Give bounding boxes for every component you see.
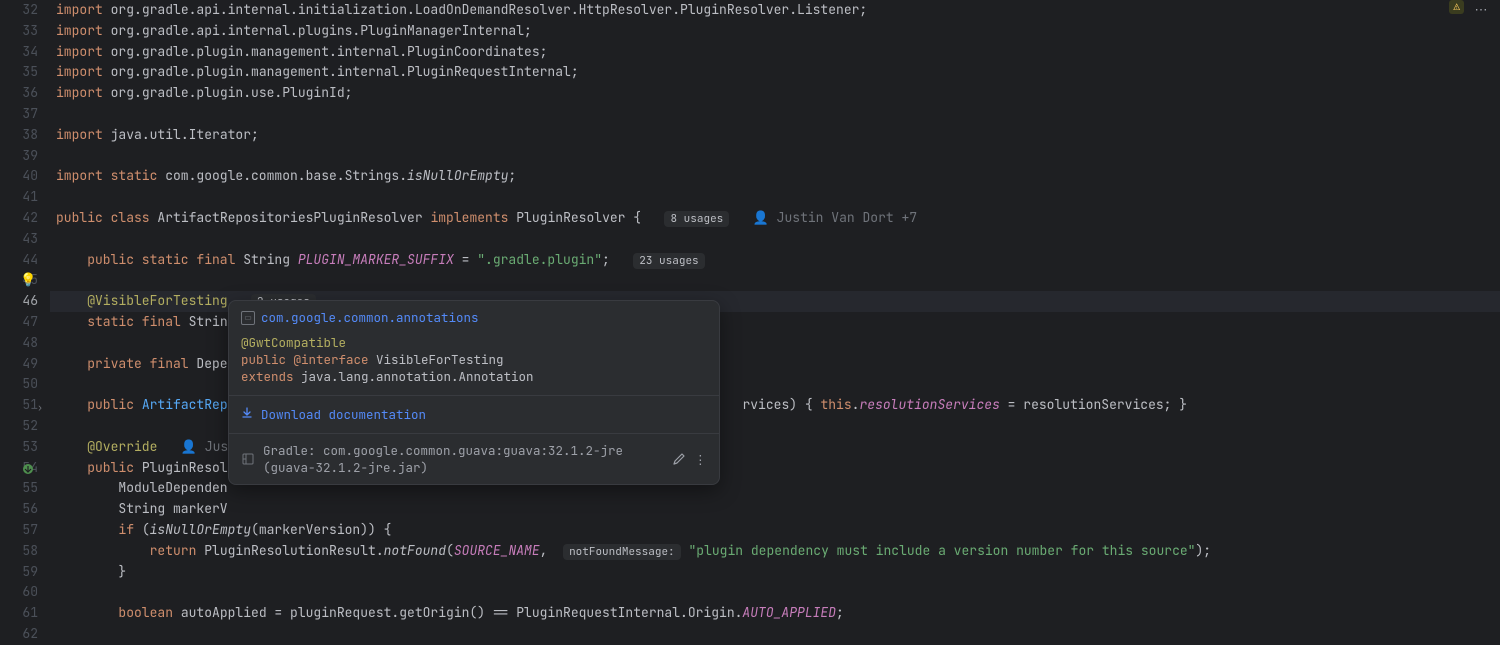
intention-bulb-icon[interactable]: 💡 <box>20 270 34 284</box>
popup-extends-keyword: extends <box>241 368 294 385</box>
gutter-override-icon[interactable] <box>22 461 34 473</box>
line-number: 35 <box>0 62 38 83</box>
code-line[interactable] <box>50 104 1500 125</box>
line-number: 34 <box>0 42 38 63</box>
code-line[interactable]: public class ArtifactRepositoriesPluginR… <box>50 208 1500 229</box>
line-number: 58 <box>0 541 38 562</box>
popup-download-row[interactable]: Download documentation <box>229 395 719 433</box>
code-line[interactable] <box>50 146 1500 167</box>
code-editor: 3233343536373839404142434445464748495051… <box>0 0 1500 600</box>
popup-type-name: VisibleForTesting <box>376 351 504 368</box>
code-line[interactable]: import org.gradle.plugin.management.inte… <box>50 62 1500 83</box>
popup-modifiers: public @interface <box>241 351 369 368</box>
line-number: 50 <box>0 374 38 395</box>
line-number: 32 <box>0 0 38 21</box>
code-line[interactable]: import java.util.Iterator; <box>50 125 1500 146</box>
line-number: 47 <box>0 312 38 333</box>
code-line[interactable]: 💡 <box>50 270 1500 291</box>
line-number: 49 <box>0 354 38 375</box>
line-number: 48 <box>0 333 38 354</box>
line-number: 33 <box>0 21 38 42</box>
line-number: 37 <box>0 104 38 125</box>
line-number: 62 <box>0 624 38 645</box>
library-icon <box>241 452 255 466</box>
line-number: 52 <box>0 416 38 437</box>
code-line[interactable]: return PluginResolutionResult.notFound(S… <box>50 541 1500 562</box>
download-label: Download documentation <box>261 406 426 423</box>
popup-package-link[interactable]: com.google.common.annotations <box>261 309 479 326</box>
edit-icon[interactable] <box>672 450 686 468</box>
code-line[interactable]: import org.gradle.plugin.management.inte… <box>50 42 1500 63</box>
code-line[interactable]: String markerV <box>50 499 1500 520</box>
code-line[interactable]: import static com.google.common.base.Str… <box>50 166 1500 187</box>
code-line[interactable]: boolean autoApplied = pluginRequest.getO… <box>50 603 1500 624</box>
code-line[interactable]: import org.gradle.api.internal.plugins.P… <box>50 21 1500 42</box>
package-icon: ▭ <box>241 311 255 325</box>
kebab-icon[interactable]: ⋮ <box>694 450 707 468</box>
code-line[interactable]: public static final String PLUGIN_MARKER… <box>50 250 1500 271</box>
code-line[interactable] <box>50 624 1500 645</box>
line-number: 56 <box>0 499 38 520</box>
code-line[interactable]: if (isNullOrEmpty(markerVersion)) { <box>50 520 1500 541</box>
popup-source-label: Gradle: com.google.common.guava:guava:32… <box>263 442 656 476</box>
line-number: 51 <box>0 395 38 416</box>
quick-doc-popup: ▭ com.google.common.annotations @GwtComp… <box>228 300 720 485</box>
line-number-gutter: 3233343536373839404142434445464748495051… <box>0 0 50 600</box>
popup-footer: Gradle: com.google.common.guava:guava:32… <box>229 433 719 484</box>
line-number: 43 <box>0 229 38 250</box>
popup-annotation: @GwtCompatible <box>241 334 346 351</box>
code-line[interactable] <box>50 187 1500 208</box>
line-number: 41 <box>0 187 38 208</box>
line-number: 59 <box>0 562 38 583</box>
line-number: 61 <box>0 603 38 624</box>
code-line[interactable]: } <box>50 562 1500 583</box>
code-line[interactable]: import org.gradle.api.internal.initializ… <box>50 0 1500 21</box>
line-number: 44 <box>0 250 38 271</box>
line-number: 40 <box>0 166 38 187</box>
download-icon <box>241 406 253 423</box>
line-number: 39 <box>0 146 38 167</box>
code-line[interactable]: import org.gradle.plugin.use.PluginId; <box>50 83 1500 104</box>
popup-extends-type: java.lang.annotation.Annotation <box>301 368 534 385</box>
line-number: 36 <box>0 83 38 104</box>
line-number: 57 <box>0 520 38 541</box>
line-number: 38 <box>0 125 38 146</box>
line-number: 42 <box>0 208 38 229</box>
popup-header: ▭ com.google.common.annotations <box>229 301 719 330</box>
line-number: 46 <box>0 291 38 312</box>
popup-body: @GwtCompatible public @interface Visible… <box>229 330 719 395</box>
line-number: 55 <box>0 478 38 499</box>
code-line[interactable] <box>50 229 1500 250</box>
fold-chevron-icon[interactable]: › <box>37 398 43 419</box>
line-number: 53 <box>0 437 38 458</box>
